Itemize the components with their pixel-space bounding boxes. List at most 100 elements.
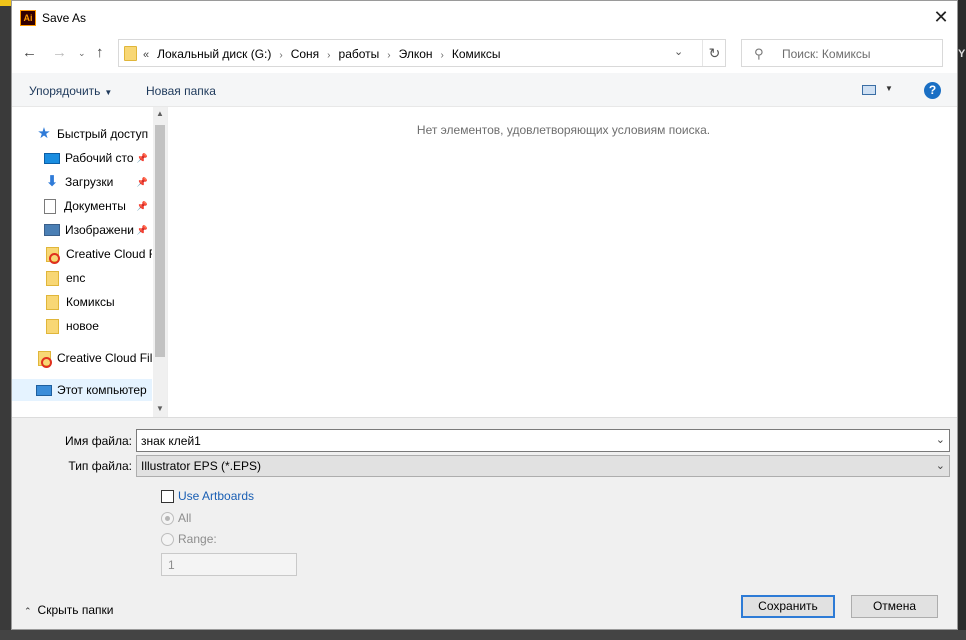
organize-menu-button[interactable]: Упорядочить ▼	[29, 84, 112, 98]
search-placeholder: Поиск: Комиксы	[782, 47, 871, 61]
title-bar: Ai Save As ✕	[12, 1, 957, 35]
filename-label: Имя файла:	[65, 434, 132, 448]
filetype-label: Тип файла:	[68, 459, 132, 473]
breadcrumb-overflow-icon[interactable]: «	[143, 49, 149, 61]
chevron-right-icon[interactable]: ›	[441, 50, 444, 61]
breadcrumb-item[interactable]: Локальный диск (G:)	[157, 47, 271, 61]
use-artboards-checkbox[interactable]	[161, 490, 174, 503]
pin-icon: 📌	[136, 224, 148, 235]
use-artboards-label[interactable]: Use Artboards	[178, 489, 254, 503]
chevron-right-icon[interactable]: ›	[327, 50, 330, 61]
back-arrow-icon[interactable]: ←	[22, 45, 37, 61]
sidebar-scrollbar[interactable]: ▲ ▼	[153, 107, 167, 417]
folder-icon	[46, 318, 59, 334]
filetype-select[interactable]: Illustrator EPS (*.EPS) ⌄	[136, 455, 950, 477]
navigation-bar: ← → ⌄ ↑ « Локальный диск (G:) › Соня › работы…	[12, 35, 957, 73]
sidebar-item-creative-cloud-files[interactable]: Creative Cloud Fil	[38, 347, 152, 369]
recent-locations-chevron-icon[interactable]: ⌄	[78, 45, 86, 61]
sidebar-item-label: новое	[66, 319, 99, 333]
folder-icon	[124, 46, 137, 61]
creative-cloud-folder-icon	[46, 246, 60, 264]
file-list-area[interactable]: Нет элементов, удовлетворяющих условиям …	[167, 107, 957, 417]
close-button[interactable]: ✕	[930, 7, 952, 29]
help-icon[interactable]: ?	[924, 82, 941, 99]
sidebar-item-desktop[interactable]: Рабочий сто 📌	[44, 147, 148, 169]
sidebar-item-label: Изображени	[65, 223, 134, 237]
sidebar-item-comics[interactable]: Комиксы	[46, 291, 152, 313]
sidebar-item-documents[interactable]: Документы 📌	[44, 195, 148, 217]
scroll-down-icon[interactable]: ▼	[156, 404, 164, 413]
view-mode-icon[interactable]	[862, 85, 876, 95]
sidebar-item-downloads[interactable]: ⬇ Загрузки 📌	[44, 171, 148, 193]
breadcrumb: « Локальный диск (G:) › Соня › работы › Элкон › К…	[143, 47, 501, 61]
save-button[interactable]: Сохранить	[741, 595, 835, 618]
organize-label: Упорядочить	[29, 84, 101, 98]
caret-down-icon[interactable]: ▼	[885, 84, 893, 93]
star-icon: ★	[37, 125, 51, 142]
folder-icon	[46, 270, 59, 286]
all-radio-label: All	[178, 511, 192, 525]
save-options-panel: Имя файла: знак клей1 ⌄ Тип файла: Illus…	[12, 417, 957, 629]
up-arrow-icon[interactable]: ↑	[96, 45, 104, 61]
pin-icon: 📌	[136, 176, 148, 187]
sidebar-item-quick-access[interactable]: ★ Быстрый доступ	[36, 123, 152, 145]
command-bar: Упорядочить ▼ Новая папка ▼ ?	[12, 73, 957, 107]
computer-icon	[36, 384, 52, 396]
all-radio[interactable]	[161, 512, 174, 525]
breadcrumb-item[interactable]: Элкон	[399, 47, 433, 61]
background-fragment: Y	[958, 48, 966, 60]
sidebar-item-label: Этот компьютер	[57, 383, 147, 397]
breadcrumb-item[interactable]: работы	[339, 47, 380, 61]
chevron-right-icon[interactable]: ›	[279, 50, 282, 61]
sidebar-item-this-pc[interactable]: Этот компьютер	[12, 379, 152, 401]
new-folder-button[interactable]: Новая папка	[146, 84, 216, 98]
pin-icon: 📌	[136, 200, 148, 211]
illustrator-app-icon: Ai	[20, 10, 36, 26]
sidebar-item-enc[interactable]: enc	[46, 267, 152, 289]
hide-folders-label: Скрыть папки	[37, 603, 114, 617]
navigation-pane: ★ Быстрый доступ Рабочий сто 📌 ⬇ Загрузк…	[12, 107, 167, 417]
refresh-icon[interactable]: ↻	[702, 40, 726, 66]
scrollbar-thumb[interactable]	[155, 125, 165, 357]
scroll-up-icon[interactable]: ▲	[156, 109, 164, 118]
chevron-down-icon: ⌄	[935, 460, 945, 472]
background-app-bottom	[0, 630, 966, 640]
address-bar[interactable]: « Локальный диск (G:) › Соня › работы › Элкон › К…	[118, 39, 726, 67]
filetype-value: Illustrator EPS (*.EPS)	[141, 459, 262, 473]
creative-cloud-folder-icon	[38, 350, 52, 368]
empty-results-message: Нет элементов, удовлетворяющих условиям …	[416, 123, 711, 137]
sidebar-item-label: Комиксы	[66, 295, 115, 309]
sidebar-item-creative-cloud[interactable]: Creative Cloud F	[46, 243, 152, 265]
search-icon: ⚲	[754, 46, 764, 61]
pin-icon: 📌	[136, 152, 148, 163]
sidebar-item-label: enc	[66, 271, 86, 285]
filename-field[interactable]: знак клей1 ⌄	[136, 429, 950, 452]
sidebar-item-new[interactable]: новое	[46, 315, 152, 337]
breadcrumb-item[interactable]: Комиксы	[452, 47, 501, 61]
address-dropdown-icon[interactable]: ⌄	[674, 45, 683, 58]
sidebar-item-label: Загрузки	[65, 175, 114, 189]
filename-value: знак клей1	[141, 434, 201, 448]
breadcrumb-item[interactable]: Соня	[291, 47, 319, 61]
range-radio[interactable]	[161, 533, 174, 546]
range-radio-label: Range:	[178, 532, 217, 546]
folder-icon	[46, 294, 59, 310]
pictures-icon	[44, 224, 60, 236]
desktop-icon	[44, 152, 60, 164]
cancel-button[interactable]: Отмена	[851, 595, 938, 618]
sidebar-item-label: Документы	[64, 199, 126, 213]
chevron-down-icon[interactable]: ⌄	[936, 433, 945, 446]
chevron-right-icon[interactable]: ›	[387, 50, 390, 61]
save-as-dialog: Ai Save As ✕ ← → ⌄ ↑ « Локальный диск (G:…	[11, 0, 958, 630]
sidebar-item-label: Creative Cloud F	[66, 247, 152, 261]
forward-arrow-icon[interactable]: →	[52, 45, 67, 61]
chevron-up-icon: ⌃	[24, 606, 32, 616]
sidebar-item-label: Рабочий сто	[65, 151, 134, 165]
hide-folders-toggle[interactable]: ⌃ Скрыть папки	[24, 603, 113, 617]
search-input[interactable]: ⚲ Поиск: Комиксы	[741, 39, 943, 67]
sidebar-item-label: Creative Cloud Fil	[57, 351, 152, 365]
sidebar-item-pictures[interactable]: Изображени 📌	[44, 219, 148, 241]
range-input[interactable]: 1	[161, 553, 297, 576]
caret-down-icon: ▼	[104, 88, 113, 97]
document-icon	[44, 198, 56, 214]
